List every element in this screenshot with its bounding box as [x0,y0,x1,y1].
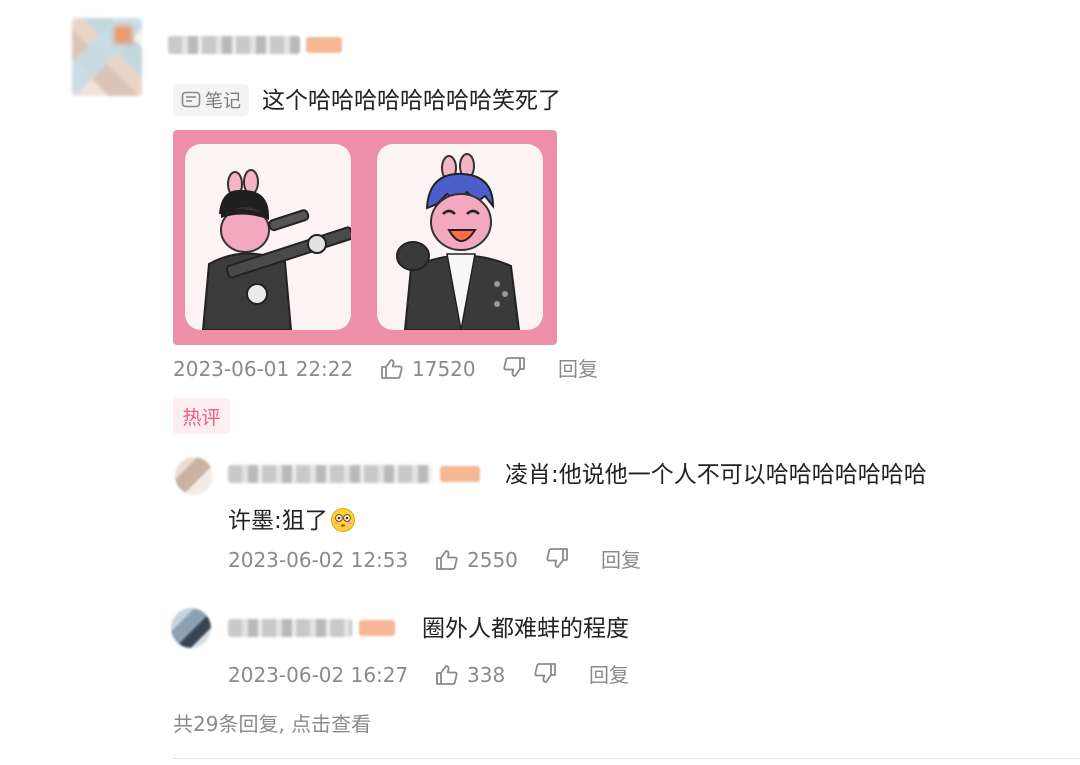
avatar[interactable] [171,608,211,648]
reply-timestamp: 2023-06-02 16:27 [228,663,409,687]
thumbs-down-icon [545,547,569,569]
username-blurred[interactable] [228,465,432,483]
sticker-image[interactable] [173,130,557,345]
thumbs-down-icon [502,356,526,378]
dislike-button[interactable] [533,662,557,684]
user-badge-blurred [359,620,395,636]
note-icon [181,91,201,109]
view-more-replies-link[interactable]: 共29条回复, 点击查看 [173,708,371,737]
thumbs-up-icon [435,549,459,571]
like-count: 2550 [467,548,518,572]
dislike-button[interactable] [545,547,569,569]
sticker-panel-sniper [185,144,351,330]
like-button[interactable]: 2550 [435,547,518,573]
note-tag[interactable]: 笔记 [173,84,249,116]
comment-text: 这个哈哈哈哈哈哈哈哈笑死了 [262,88,561,114]
divider [173,758,1080,759]
like-count: 338 [467,663,506,687]
thumbs-up-icon [435,664,459,686]
reply-text: 凌肖:他说他一个人不可以哈哈哈哈哈哈哈 [505,462,927,488]
sticker-panel-laughing [377,144,543,330]
reply-button[interactable]: 回复 [601,547,641,573]
comment-timestamp: 2023-06-01 22:22 [173,357,354,381]
reply-text: 圈外人都难蚌的程度 [422,616,629,642]
reply-text-line2-content: 许墨:狙了 [228,508,328,534]
reply-button[interactable]: 回复 [558,356,598,382]
reply-text-line2: 许墨:狙了 [228,506,356,536]
thumbs-down-icon [533,662,557,684]
reply-timestamp: 2023-06-02 12:53 [228,548,409,572]
note-tag-label: 笔记 [205,91,241,112]
dislike-button[interactable] [502,356,526,378]
like-count: 17520 [412,357,476,381]
like-button[interactable]: 338 [435,662,505,688]
username-blurred[interactable] [228,619,352,637]
user-badge-blurred [440,466,480,482]
avatar[interactable] [72,18,142,96]
username-blurred[interactable] [168,36,300,54]
avatar[interactable] [175,457,213,495]
like-button[interactable]: 17520 [380,356,476,382]
thumbs-up-icon [380,358,404,380]
hot-comment-badge: 热评 [173,398,230,434]
flushed-face-icon [330,507,356,533]
user-badge-blurred [306,37,342,53]
reply-button[interactable]: 回复 [589,662,629,688]
